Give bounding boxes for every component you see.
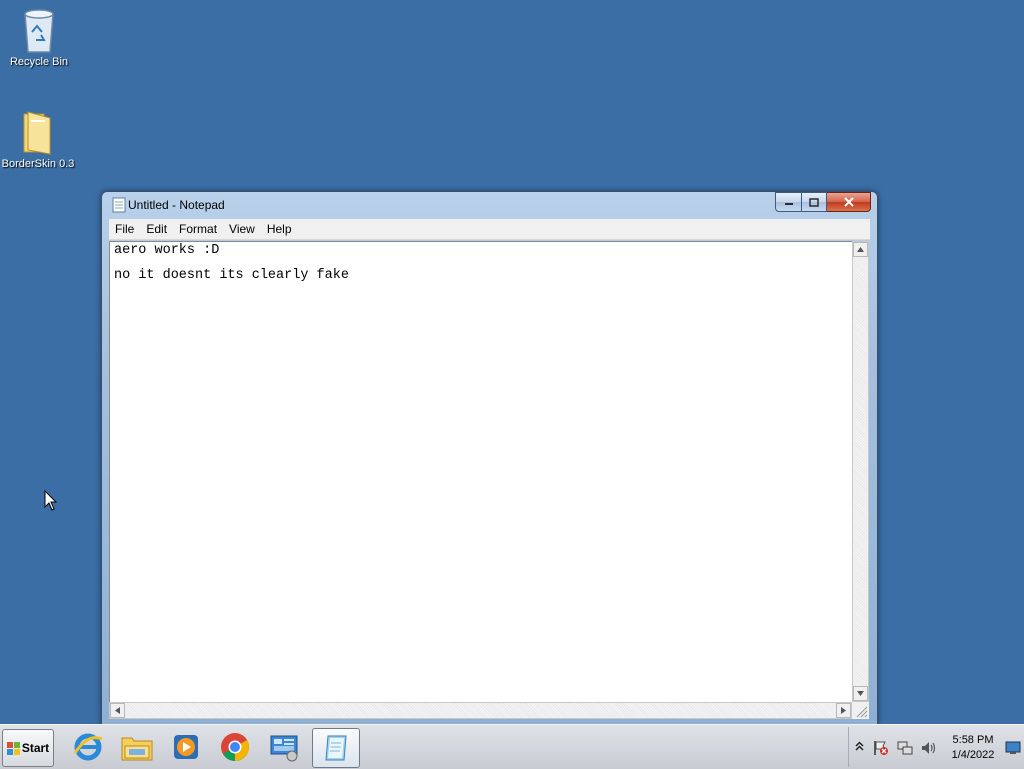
minimize-icon bbox=[784, 203, 793, 205]
network-icon[interactable] bbox=[897, 740, 913, 756]
maximize-icon bbox=[809, 197, 819, 207]
horizontal-scrollbar[interactable] bbox=[109, 702, 852, 719]
desktop-icon-borderskin[interactable]: BorderSkin 0.3 bbox=[0, 108, 76, 170]
arrow-right-icon bbox=[841, 707, 846, 714]
show-desktop-icon[interactable] bbox=[1005, 741, 1021, 755]
action-center-flag-icon[interactable] bbox=[873, 740, 889, 756]
arrow-down-icon bbox=[857, 691, 864, 696]
close-button[interactable] bbox=[827, 192, 871, 212]
text-line: no it doesnt its clearly fake bbox=[114, 268, 349, 283]
menu-edit[interactable]: Edit bbox=[140, 222, 173, 236]
taskbar-app-control-panel[interactable] bbox=[262, 728, 308, 766]
menu-view[interactable]: View bbox=[223, 222, 261, 236]
scroll-down-button[interactable] bbox=[853, 686, 868, 701]
chrome-icon bbox=[221, 733, 249, 761]
folder-icon bbox=[23, 111, 51, 155]
taskbar-app-chrome[interactable] bbox=[212, 728, 258, 766]
vertical-scrollbar[interactable] bbox=[852, 241, 869, 702]
recycle-bin-icon bbox=[24, 9, 54, 53]
maximize-button[interactable] bbox=[802, 192, 827, 212]
volume-icon[interactable] bbox=[921, 740, 939, 756]
start-button[interactable]: Start bbox=[2, 729, 54, 767]
desktop-icon-label: BorderSkin 0.3 bbox=[1, 158, 75, 170]
close-icon bbox=[843, 197, 854, 207]
menu-format[interactable]: Format bbox=[173, 222, 223, 236]
notepad-icon bbox=[112, 197, 126, 213]
scroll-right-button[interactable] bbox=[836, 703, 851, 718]
mouse-cursor-icon bbox=[44, 490, 58, 511]
scroll-left-button[interactable] bbox=[110, 703, 125, 718]
clock[interactable]: 5:58 PM 1/4/2022 bbox=[945, 733, 1001, 763]
system-tray: 5:58 PM 1/4/2022 bbox=[848, 727, 1024, 767]
text-editor[interactable]: aero works :D no it doesnt its clearly f… bbox=[109, 241, 852, 703]
notepad-icon bbox=[325, 735, 347, 761]
resize-grip-icon bbox=[856, 706, 868, 718]
taskbar: Start 5:58 PM 1/4/2022 bbox=[0, 724, 1024, 769]
control-panel-icon bbox=[270, 735, 298, 762]
title-bar[interactable]: Untitled - Notepad bbox=[102, 192, 877, 220]
taskbar-app-file-explorer[interactable] bbox=[114, 728, 160, 766]
desktop-icon-label: Recycle Bin bbox=[9, 56, 69, 68]
file-explorer-icon bbox=[121, 737, 153, 761]
arrow-left-icon bbox=[115, 707, 120, 714]
clock-date: 1/4/2022 bbox=[951, 749, 995, 761]
menu-bar: File Edit Format View Help bbox=[109, 219, 870, 240]
notepad-window[interactable]: Untitled - Notepad File Edit Format View… bbox=[101, 191, 878, 725]
show-hidden-icons-icon[interactable] bbox=[855, 741, 864, 751]
taskbar-app-media-player[interactable] bbox=[163, 728, 209, 766]
clock-time: 5:58 PM bbox=[952, 734, 994, 746]
menu-file[interactable]: File bbox=[109, 222, 140, 236]
window-title: Untitled - Notepad bbox=[128, 198, 225, 212]
menu-help[interactable]: Help bbox=[261, 222, 298, 236]
taskbar-app-notepad[interactable] bbox=[312, 728, 360, 768]
minimize-button[interactable] bbox=[775, 192, 802, 212]
internet-explorer-icon bbox=[73, 733, 103, 761]
resize-grip[interactable] bbox=[852, 702, 869, 719]
text-line: aero works :D bbox=[114, 243, 220, 258]
windows-logo-icon bbox=[6, 741, 20, 755]
desktop-icon-recycle-bin[interactable]: Recycle Bin bbox=[1, 6, 77, 68]
scroll-up-button[interactable] bbox=[853, 242, 868, 257]
arrow-up-icon bbox=[857, 247, 864, 252]
start-label: Start bbox=[21, 741, 50, 755]
media-player-icon bbox=[174, 735, 198, 759]
taskbar-app-internet-explorer[interactable] bbox=[65, 728, 111, 766]
